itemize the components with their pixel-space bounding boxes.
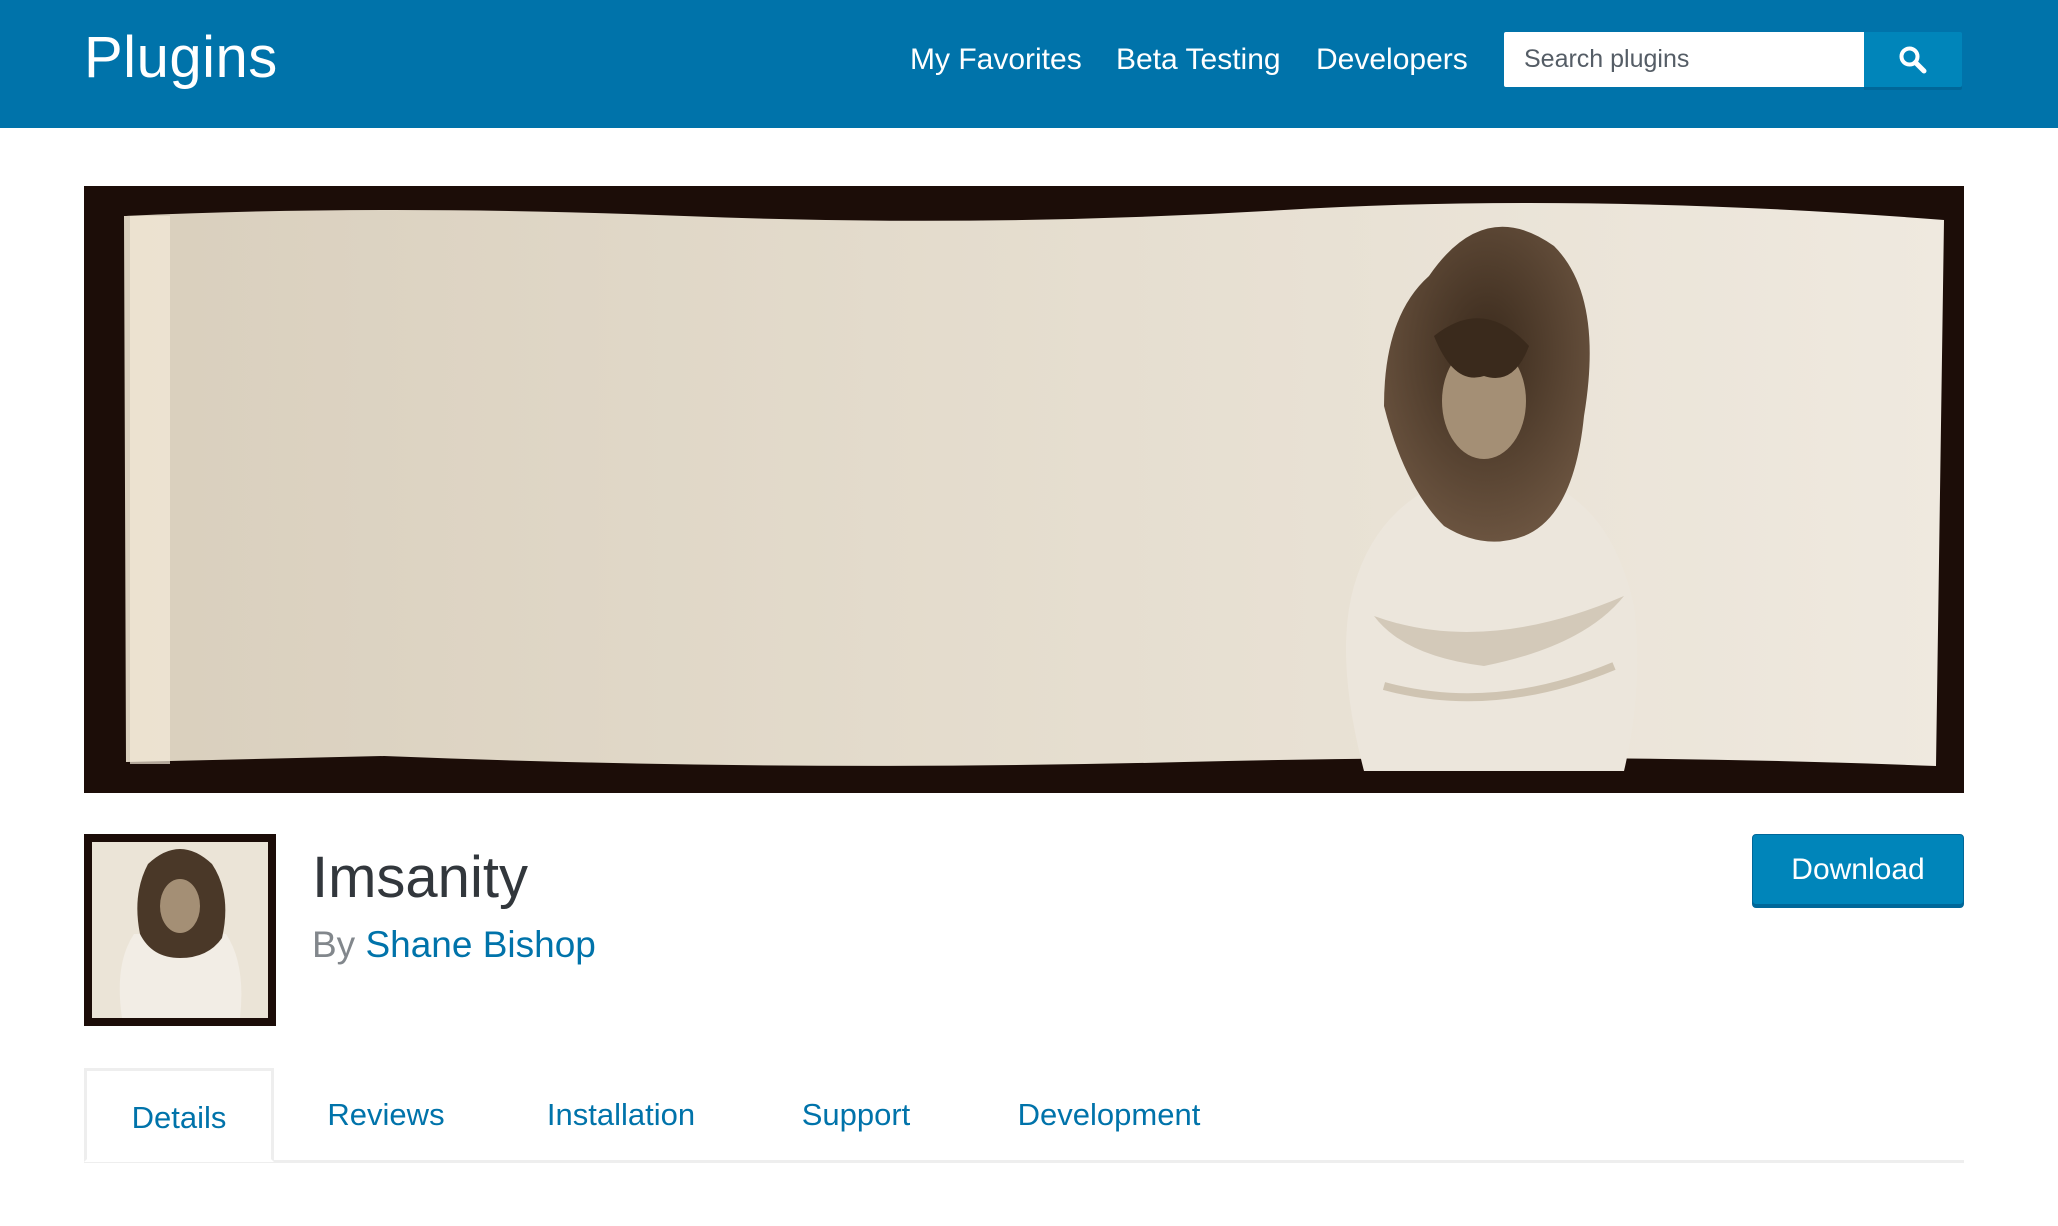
search-button[interactable] [1864, 32, 1962, 87]
plugin-banner-image [84, 186, 1964, 793]
author-link[interactable]: Shane Bishop [365, 924, 595, 965]
tab-reviews[interactable]: Reviews [312, 1068, 460, 1162]
byline-prefix: By [312, 924, 356, 965]
search-input[interactable] [1504, 32, 1864, 87]
tab-support[interactable]: Support [780, 1068, 932, 1162]
nav-developers[interactable]: Developers [1316, 36, 1468, 84]
plugin-name: Imsanity [312, 845, 528, 910]
nav-my-favorites[interactable]: My Favorites [910, 36, 1082, 84]
tab-installation[interactable]: Installation [530, 1068, 712, 1162]
tab-development[interactable]: Development [1000, 1068, 1218, 1162]
download-button[interactable]: Download [1752, 834, 1964, 905]
tab-details[interactable]: Details [84, 1068, 274, 1162]
search-form [1504, 32, 1962, 87]
search-icon [1899, 46, 1927, 74]
site-header: Plugins My Favorites Beta Testing Develo… [0, 0, 2058, 128]
plugin-byline: By Shane Bishop [312, 920, 596, 970]
nav-beta-testing[interactable]: Beta Testing [1116, 36, 1281, 84]
plugin-icon-image [84, 834, 276, 1026]
site-title[interactable]: Plugins [84, 22, 278, 94]
